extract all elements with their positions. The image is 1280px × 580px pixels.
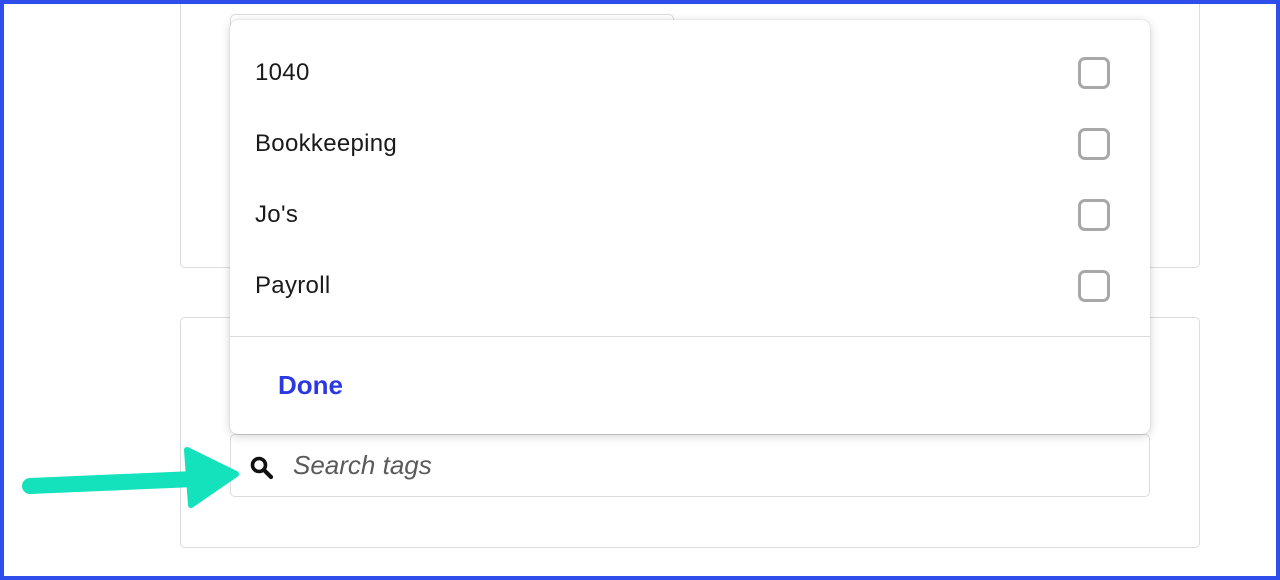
tag-checkbox[interactable] <box>1078 127 1110 160</box>
tag-option-bookkeeping[interactable]: Bookkeeping <box>230 108 1150 179</box>
search-icon <box>250 456 274 480</box>
tag-option-label: Bookkeeping <box>255 129 398 157</box>
dropdown-divider <box>230 336 1150 337</box>
tag-search-field[interactable] <box>230 434 1150 497</box>
tag-option-1040[interactable]: 1040 <box>230 37 1150 108</box>
tag-dropdown: 1040 Bookkeeping Jo's Payroll Done <box>230 20 1150 434</box>
tag-option-label: Payroll <box>255 271 331 299</box>
tag-option-label: 1040 <box>255 58 310 86</box>
tag-option-payroll[interactable]: Payroll <box>230 250 1150 321</box>
tag-checkbox[interactable] <box>1078 56 1110 89</box>
tag-option-label: Jo's <box>255 200 299 228</box>
search-input[interactable] <box>293 445 1113 485</box>
tag-checkbox[interactable] <box>1078 198 1110 231</box>
done-button[interactable]: Done <box>278 370 343 401</box>
pointer-arrow-icon <box>22 447 239 508</box>
tag-checkbox[interactable] <box>1078 269 1110 302</box>
tag-option-jos[interactable]: Jo's <box>230 179 1150 250</box>
